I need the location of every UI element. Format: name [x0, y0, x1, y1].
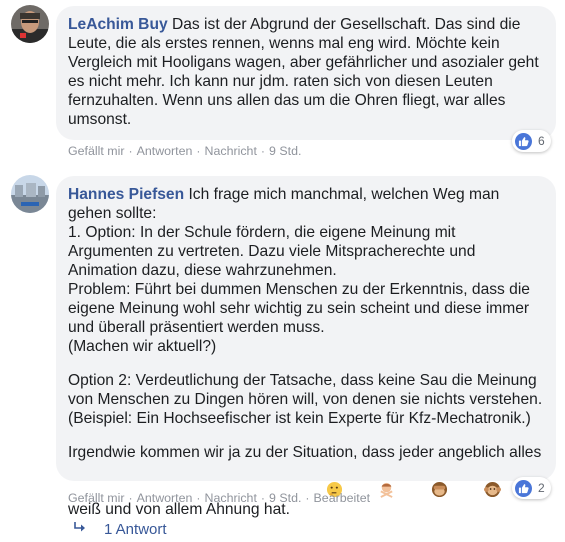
separator: · [305, 491, 310, 505]
separator: · [196, 144, 201, 158]
reaction-summary[interactable]: 2 [512, 477, 551, 499]
separator: · [128, 144, 133, 158]
reaction-summary[interactable]: 6 [512, 130, 551, 152]
comment-bubble: Hannes Piefsen Ich frage mich manchmal, … [56, 176, 556, 518]
separator: · [196, 491, 201, 505]
comment-author[interactable]: Hannes Piefsen [68, 186, 184, 203]
comment-actions: Gefällt mir · Antworten · Nachricht · 9 Std. · B… [68, 491, 370, 505]
like-icon [515, 479, 532, 497]
comment-author[interactable]: LeAchim Buy [68, 16, 168, 33]
like-icon [515, 132, 532, 150]
replies-count: 1 Antwort [104, 521, 167, 538]
separator: · [128, 491, 133, 505]
reply-link[interactable]: Antworten [137, 144, 193, 158]
comment-paragraph: Option 2: Verdeutlichung der Tatsache, d… [68, 372, 543, 427]
comment-bubble: LeAchim Buy Das ist der Abgrund der Gese… [56, 6, 556, 140]
like-link[interactable]: Gefällt mir [68, 144, 124, 158]
separator: · [260, 144, 266, 158]
avatar[interactable] [11, 175, 49, 213]
avatar[interactable] [11, 5, 49, 43]
message-link[interactable]: Nachricht [205, 144, 257, 158]
hear-no-evil-monkey-icon [449, 462, 501, 522]
like-link[interactable]: Gefällt mir [68, 491, 124, 505]
reply-link[interactable]: Antworten [137, 491, 193, 505]
comment-paragraph: 1. Option: In der Schule fördern, die ei… [68, 224, 530, 355]
separator: · [260, 491, 266, 505]
reply-arrow-icon [72, 521, 92, 538]
timestamp[interactable]: 9 Std. [269, 491, 301, 505]
edited-label[interactable]: Bearbeitet [314, 491, 370, 505]
reaction-count: 2 [538, 481, 545, 495]
view-replies-link[interactable]: 1 Antwort [72, 521, 167, 538]
comment-actions: Gefällt mir · Antworten · Nachricht · 9 Std. [68, 144, 301, 158]
see-no-evil-monkey-icon [396, 462, 448, 522]
reaction-count: 6 [538, 134, 545, 148]
message-link[interactable]: Nachricht [205, 491, 257, 505]
timestamp[interactable]: 9 Std. [269, 144, 301, 158]
